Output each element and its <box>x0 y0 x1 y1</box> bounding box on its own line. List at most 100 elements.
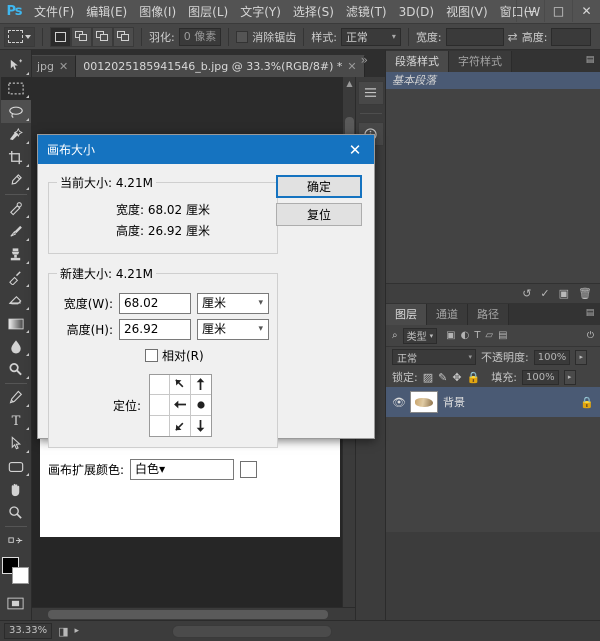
reset-button[interactable]: 复位 <box>276 203 362 226</box>
layer-visibility-icon[interactable]: 👁 <box>392 396 405 409</box>
filter-image-icon[interactable]: ▣ <box>446 330 455 341</box>
gradient-tool[interactable] <box>1 312 31 335</box>
feather-input[interactable]: 0 像素 <box>179 28 222 46</box>
menu-select[interactable]: 选择(S) <box>287 0 340 24</box>
document-tab-active[interactable]: 0012025185941546_b.jpg @ 33.3%(RGB/8#) *… <box>76 55 364 77</box>
menu-view[interactable]: 视图(V) <box>440 0 494 24</box>
spot-healing-brush-tool[interactable] <box>1 197 31 220</box>
menu-type[interactable]: 文字(Y) <box>234 0 287 24</box>
panel-menu-icon[interactable]: ▤ <box>584 54 596 66</box>
lock-image-icon[interactable]: ✎ <box>438 371 447 384</box>
history-panel-icon[interactable] <box>358 81 384 105</box>
tab-character-styles[interactable]: 字符样式 <box>449 51 512 72</box>
anchor-cell-top-left[interactable] <box>150 375 170 395</box>
tab-paragraph-styles[interactable]: 段落样式 <box>386 51 449 72</box>
anchor-cell-middle-center[interactable] <box>170 395 190 415</box>
check-icon[interactable]: ✓ <box>540 287 549 300</box>
anchor-cell-bottom-center[interactable] <box>170 416 190 436</box>
document-tab-jpg[interactable]: jpg ✕ <box>30 55 76 77</box>
relative-checkbox[interactable] <box>145 349 158 362</box>
anchor-cell-bottom-left[interactable] <box>150 416 170 436</box>
filter-power-icon[interactable]: ⏻ <box>587 331 594 341</box>
quick-selection-tool[interactable] <box>1 123 31 146</box>
pen-tool[interactable] <box>1 386 31 409</box>
lock-all-icon[interactable]: 🔒 <box>467 371 481 384</box>
dialog-close-button[interactable]: ✕ <box>336 135 374 164</box>
zoom-tool[interactable] <box>1 501 31 524</box>
color-swatches[interactable] <box>1 556 31 586</box>
delete-icon[interactable]: 🗑 <box>578 287 592 300</box>
canvas-extension-swatch[interactable] <box>240 461 257 478</box>
close-icon[interactable]: ✕ <box>347 60 356 73</box>
filter-type-icon[interactable]: T <box>474 330 480 341</box>
close-icon[interactable]: ✕ <box>59 60 68 73</box>
paragraph-styles-list[interactable]: 基本段落 <box>386 72 600 92</box>
intersect-selection-button[interactable] <box>113 27 134 47</box>
anchor-cell-bottom-right[interactable] <box>191 416 211 436</box>
background-color-swatch[interactable] <box>12 567 29 584</box>
swap-arrows-icon[interactable]: ⇄ <box>508 30 518 44</box>
zoom-level-input[interactable]: 33.33% <box>4 623 52 639</box>
blur-tool[interactable] <box>1 335 31 358</box>
style-select[interactable]: 正常 ▾ <box>341 28 401 46</box>
layer-row-background[interactable]: 👁 背景 🔒 <box>386 387 600 417</box>
subtract-from-selection-button[interactable] <box>92 27 113 47</box>
brush-tool[interactable] <box>1 220 31 243</box>
layer-filter-kind-select[interactable]: 类型 ▾ <box>403 328 438 344</box>
quick-mask-icon[interactable] <box>1 592 31 615</box>
filter-adjustment-icon[interactable]: ◐ <box>461 330 470 341</box>
menu-edit[interactable]: 编辑(E) <box>80 0 133 24</box>
lock-transparency-icon[interactable]: ▨ <box>423 371 433 384</box>
ok-button[interactable]: 确定 <box>276 175 362 198</box>
tab-paths[interactable]: 路径 <box>468 304 509 325</box>
fill-input[interactable]: 100% <box>522 370 559 385</box>
tab-layers[interactable]: 图层 <box>386 304 427 325</box>
edit-toolbar-icon[interactable] <box>1 529 31 552</box>
document-icon[interactable]: ◨ <box>58 625 68 638</box>
filter-smart-icon[interactable]: ▤ <box>498 330 507 341</box>
width-input[interactable] <box>446 28 504 46</box>
more-tabs-icon[interactable]: » <box>361 53 368 67</box>
new-width-input[interactable]: 68.02 <box>119 293 191 314</box>
new-height-unit-select[interactable]: 厘米 ▾ <box>197 319 269 340</box>
layer-lock-icon[interactable]: 🔒 <box>580 396 594 409</box>
height-input[interactable] <box>551 28 591 46</box>
lasso-tool[interactable] <box>1 100 31 123</box>
scroll-up-icon[interactable]: ▲ <box>343 77 355 90</box>
reset-icon[interactable]: ↺ <box>522 287 531 300</box>
new-selection-button[interactable] <box>50 27 71 47</box>
maximize-button[interactable]: □ <box>544 0 572 22</box>
scrollbar-thumb[interactable] <box>48 610 328 619</box>
dodge-tool[interactable] <box>1 358 31 381</box>
canvas-horizontal-scrollbar[interactable] <box>32 607 355 620</box>
menu-file[interactable]: 文件(F) <box>28 0 80 24</box>
anchor-cell-middle-right[interactable] <box>191 395 211 415</box>
lock-position-icon[interactable]: ✥ <box>452 371 461 384</box>
tool-preset-picker[interactable] <box>4 27 35 47</box>
opacity-input[interactable]: 100% <box>534 350 571 365</box>
horizontal-type-tool[interactable]: T <box>1 409 31 432</box>
anchor-cell-top-right[interactable] <box>191 375 211 395</box>
menu-3d[interactable]: 3D(D) <box>393 0 440 24</box>
new-width-unit-select[interactable]: 厘米 ▾ <box>197 293 269 314</box>
filter-shape-icon[interactable]: ▱ <box>485 330 493 341</box>
new-height-input[interactable]: 26.92 <box>119 319 191 340</box>
fill-stepper[interactable]: ▸ <box>564 370 576 385</box>
menu-filter[interactable]: 滤镜(T) <box>340 0 393 24</box>
anchor-cell-top-center[interactable] <box>170 375 190 395</box>
new-style-icon[interactable]: ▣ <box>559 287 569 300</box>
move-tool[interactable] <box>1 54 31 77</box>
opacity-stepper[interactable]: ▸ <box>575 350 587 365</box>
style-list-item[interactable]: 基本段落 <box>386 72 600 89</box>
clone-stamp-tool[interactable] <box>1 243 31 266</box>
close-button[interactable]: ✕ <box>572 0 600 22</box>
tab-channels[interactable]: 通道 <box>427 304 468 325</box>
canvas-extension-select[interactable]: 白色 ▾ <box>130 459 234 480</box>
anchor-cell-middle-left[interactable] <box>150 395 170 415</box>
antialias-checkbox[interactable] <box>236 31 248 43</box>
blend-mode-select[interactable]: 正常 ▾ <box>392 349 476 365</box>
path-selection-tool[interactable] <box>1 432 31 455</box>
add-to-selection-button[interactable] <box>71 27 92 47</box>
history-brush-tool[interactable] <box>1 266 31 289</box>
panel-menu-icon[interactable]: ▤ <box>584 307 596 319</box>
